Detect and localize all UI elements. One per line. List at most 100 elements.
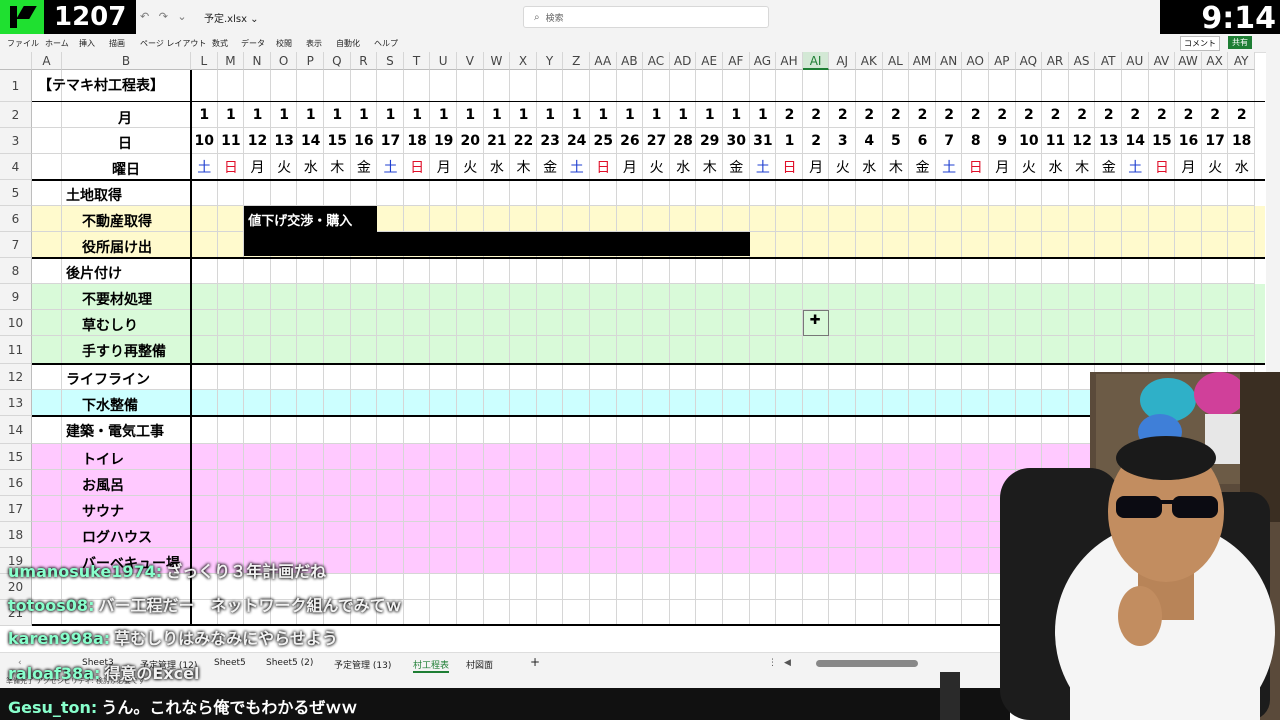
grid-cell[interactable] — [403, 206, 431, 232]
grid-cell[interactable] — [377, 522, 404, 548]
grid-cell[interactable] — [483, 470, 511, 496]
grid-cell[interactable] — [696, 284, 723, 310]
grid-cell[interactable] — [350, 70, 378, 102]
grid-cell[interactable] — [962, 70, 989, 102]
grid-cell[interactable] — [191, 180, 218, 206]
grid-cell[interactable] — [829, 232, 856, 258]
grid-cell[interactable] — [1201, 310, 1229, 336]
grid-cell[interactable] — [1148, 70, 1176, 102]
grid-cell[interactable] — [989, 258, 1016, 284]
sheet-tab-2[interactable]: Sheet5 — [214, 658, 246, 668]
grid-cell[interactable] — [749, 258, 777, 284]
grid-cell[interactable] — [882, 600, 910, 626]
grid-cell[interactable] — [749, 180, 777, 206]
grid-cell[interactable] — [909, 310, 936, 336]
grid-cell[interactable] — [1095, 232, 1122, 258]
grid-cell[interactable] — [829, 390, 856, 416]
grid-cell[interactable] — [483, 600, 511, 626]
grid-cell[interactable] — [802, 206, 830, 232]
grid-cell[interactable] — [510, 206, 537, 232]
grid-cell[interactable] — [430, 548, 457, 574]
grid-cell[interactable] — [643, 444, 670, 470]
grid-cell[interactable] — [297, 496, 324, 522]
grid-cell[interactable] — [590, 522, 617, 548]
grid-cell[interactable] — [882, 232, 910, 258]
grid-cell[interactable] — [802, 600, 830, 626]
menu-item-2[interactable]: 挿入 — [79, 38, 95, 49]
grid-cell[interactable] — [1175, 180, 1202, 206]
grid-cell[interactable] — [723, 258, 750, 284]
grid-cell[interactable] — [1122, 206, 1149, 232]
grid-cell[interactable] — [430, 310, 457, 336]
grid-cell[interactable] — [457, 284, 484, 310]
grid-cell[interactable] — [723, 470, 750, 496]
grid-cell[interactable] — [1042, 258, 1069, 284]
grid-cell[interactable] — [191, 70, 218, 102]
grid-cell[interactable] — [856, 364, 883, 390]
grid-cell[interactable] — [1175, 336, 1202, 364]
grid-cell[interactable] — [856, 232, 883, 258]
grid-cell[interactable] — [616, 284, 644, 310]
grid-cell[interactable] — [536, 336, 564, 364]
grid-cell[interactable] — [536, 70, 564, 102]
grid-cell[interactable] — [324, 310, 351, 336]
grid-cell[interactable] — [377, 416, 404, 444]
grid-cell[interactable] — [1042, 70, 1069, 102]
menu-item-7[interactable]: 校閲 — [276, 38, 292, 49]
row-header-14[interactable]: 14 — [0, 416, 32, 444]
column-header-aw[interactable]: AW — [1175, 52, 1202, 70]
grid-cell[interactable] — [643, 258, 670, 284]
grid-cell[interactable] — [696, 574, 723, 600]
grid-cell[interactable] — [669, 310, 697, 336]
grid-cell[interactable] — [802, 496, 830, 522]
grid-cell[interactable] — [1228, 180, 1255, 206]
grid-cell[interactable] — [430, 390, 457, 416]
grid-cell[interactable] — [377, 310, 404, 336]
grid-cell[interactable] — [909, 284, 936, 310]
column-header-u[interactable]: U — [430, 52, 457, 70]
grid-cell[interactable] — [829, 336, 856, 364]
grid-cell[interactable] — [536, 444, 564, 470]
grid-cell[interactable] — [590, 496, 617, 522]
grid-cell[interactable] — [590, 206, 617, 232]
grid-cell[interactable] — [696, 70, 723, 102]
grid-cell[interactable] — [510, 390, 537, 416]
grid-cell[interactable] — [217, 70, 245, 102]
grid-cell[interactable] — [297, 416, 324, 444]
grid-cell[interactable] — [989, 310, 1016, 336]
grid-cell[interactable] — [1015, 310, 1043, 336]
column-header-ab[interactable]: AB — [616, 52, 644, 70]
cell-a17[interactable] — [32, 496, 62, 522]
grid-cell[interactable] — [536, 364, 564, 390]
grid-cell[interactable] — [377, 496, 404, 522]
grid-cell[interactable] — [1042, 206, 1069, 232]
grid-cell[interactable] — [403, 70, 431, 102]
grid-cell[interactable] — [1228, 206, 1255, 232]
row-header-5[interactable]: 5 — [0, 180, 32, 206]
grid-cell[interactable] — [563, 600, 590, 626]
grid-cell[interactable] — [802, 364, 830, 390]
grid-cell[interactable] — [856, 258, 883, 284]
grid-cell[interactable] — [749, 574, 777, 600]
cell-a11[interactable] — [32, 336, 62, 364]
grid-cell[interactable] — [536, 206, 564, 232]
grid-cell[interactable] — [776, 548, 803, 574]
grid-cell[interactable] — [563, 70, 590, 102]
grid-cell[interactable] — [856, 496, 883, 522]
grid-cell[interactable] — [856, 390, 883, 416]
grid-cell[interactable] — [643, 548, 670, 574]
menu-item-5[interactable]: 数式 — [212, 38, 228, 49]
grid-cell[interactable] — [669, 336, 697, 364]
grid-cell[interactable] — [1201, 70, 1229, 102]
grid-cell[interactable] — [377, 206, 404, 232]
grid-cell[interactable] — [563, 390, 590, 416]
grid-cell[interactable] — [909, 548, 936, 574]
grid-cell[interactable] — [696, 522, 723, 548]
grid-cell[interactable] — [749, 548, 777, 574]
grid-cell[interactable] — [696, 364, 723, 390]
grid-cell[interactable] — [217, 522, 245, 548]
grid-cell[interactable] — [643, 470, 670, 496]
grid-cell[interactable] — [776, 444, 803, 470]
grid-cell[interactable] — [377, 364, 404, 390]
grid-cell[interactable] — [510, 336, 537, 364]
